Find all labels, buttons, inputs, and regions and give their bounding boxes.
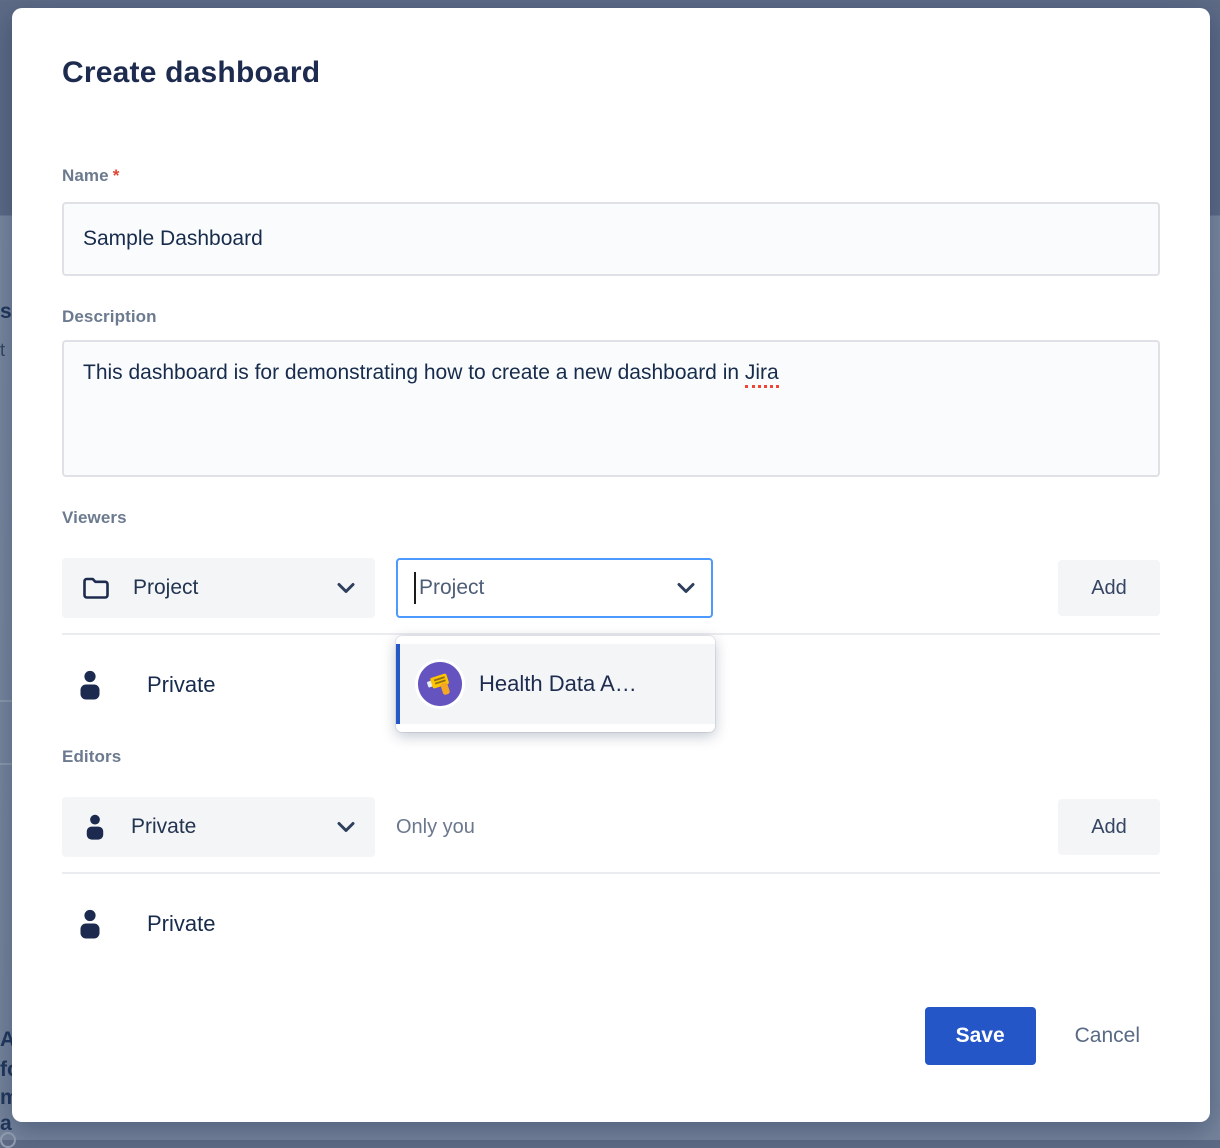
text-cursor [414,572,416,604]
dropdown-menu-item[interactable]: Health Data A… [396,644,715,724]
viewers-label: Viewers [62,508,1160,528]
viewers-current-access-label: Private [147,672,215,698]
backdrop-text-fragment: s [0,300,12,324]
chevron-down-icon [337,821,355,833]
name-input-value: Sample Dashboard [83,227,263,251]
cancel-button[interactable]: Cancel [1069,1023,1146,1049]
name-input[interactable]: Sample Dashboard [62,202,1160,276]
chevron-down-icon [677,582,695,594]
editors-hint: Only you [396,816,475,839]
chevron-down-icon [337,582,355,594]
modal-footer: Save Cancel [62,1007,1160,1065]
misspelled-word: Jira [745,361,779,388]
viewers-add-button[interactable]: Add [1058,560,1160,616]
backdrop-divider [0,700,12,702]
description-text: This dashboard is for demonstrating how … [83,361,745,384]
viewers-search-combobox[interactable]: Project [396,558,713,618]
person-icon [75,908,105,940]
required-asterisk: * [113,166,120,185]
editors-current-access-label: Private [147,911,215,937]
viewers-type-select[interactable]: Project [62,558,375,618]
save-button[interactable]: Save [925,1007,1036,1065]
description-textarea[interactable]: This dashboard is for demonstrating how … [62,340,1160,477]
name-label: Name* [62,166,1160,186]
editors-add-button[interactable]: Add [1058,799,1160,855]
backdrop-circle-fragment [0,1132,16,1148]
modal-title: Create dashboard [62,8,1160,90]
folder-icon [82,576,110,600]
editors-control-row: Private Only you Add [62,797,1160,857]
viewers-search-dropdown-menu: Health Data A… [396,636,715,732]
viewers-section: Project Project Add [62,558,1160,735]
create-dashboard-modal: Create dashboard Name* Sample Dashboard … [12,8,1210,1122]
backdrop-divider [0,763,12,765]
description-label: Description [62,307,1160,327]
editors-current-access-row: Private [62,874,1160,974]
person-icon [75,669,105,701]
editors-label: Editors [62,747,1160,767]
dropdown-item-label: Health Data A… [479,671,637,697]
viewers-control-row: Project Project Add [62,558,1160,618]
editors-type-select[interactable]: Private [62,797,375,857]
backdrop-text-fragment: t [0,340,5,361]
project-avatar-drill-icon [418,662,462,706]
person-icon [82,813,108,841]
editors-type-select-value: Private [131,815,337,839]
viewers-type-select-value: Project [133,576,337,600]
viewers-search-value: Project [419,576,677,600]
